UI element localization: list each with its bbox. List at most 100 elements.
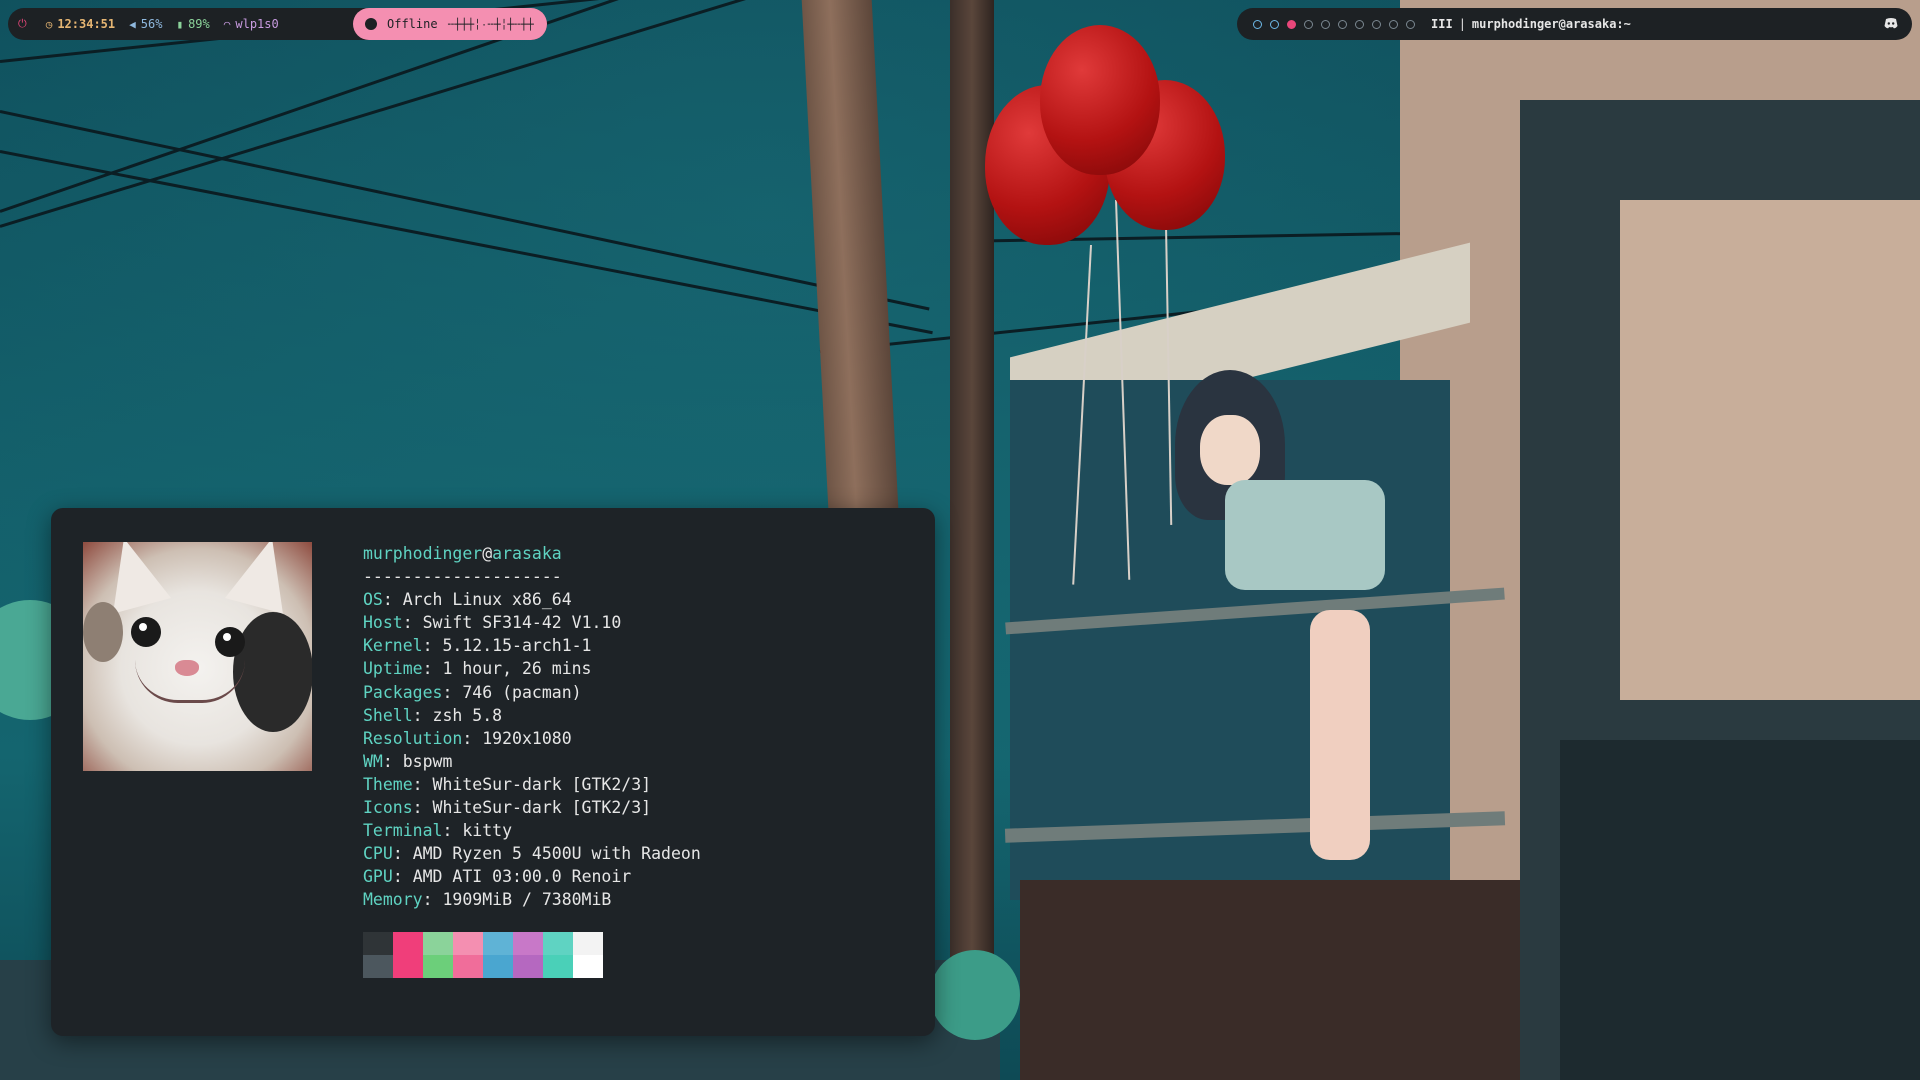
info-separator: : bbox=[392, 844, 413, 864]
power-icon[interactable]: ⏻ bbox=[18, 17, 27, 31]
network-status-module[interactable]: Offline ╌┼┼┼╎٠╌┼╎┼╌┼┼ bbox=[353, 8, 547, 40]
red-balloon bbox=[1040, 25, 1160, 175]
workspace-1-indicator[interactable] bbox=[1253, 19, 1262, 29]
info-separator: : bbox=[462, 728, 483, 748]
wifi-module[interactable]: ◠ wlp1s0 bbox=[224, 17, 279, 31]
cat-patch bbox=[83, 602, 123, 662]
terminal-window[interactable]: murphodinger@arasaka -------------------… bbox=[51, 508, 935, 1036]
battery-level: 89% bbox=[188, 17, 210, 31]
info-separator: : bbox=[412, 705, 433, 725]
wifi-icon: ◠ bbox=[223, 17, 231, 31]
info-separator: : bbox=[392, 867, 413, 887]
clock-icon: ◷ bbox=[45, 17, 53, 31]
info-key: Theme bbox=[363, 774, 413, 794]
clock-module[interactable]: ◷ 12:34:51 bbox=[46, 17, 115, 31]
info-separator: : bbox=[442, 682, 463, 702]
info-separator: : bbox=[422, 659, 443, 679]
cat-patch bbox=[233, 612, 312, 732]
info-value: Swift SF314-42 V1.10 bbox=[422, 613, 622, 633]
color-swatch bbox=[543, 932, 573, 955]
discord-icon[interactable] bbox=[1884, 17, 1898, 30]
info-key: Shell bbox=[363, 705, 413, 725]
color-swatch bbox=[393, 955, 423, 978]
tree bbox=[930, 950, 1020, 1040]
color-swatch bbox=[513, 932, 543, 955]
info-value: Arch Linux x86_64 bbox=[402, 590, 572, 610]
battery-module: ▮ 89% bbox=[176, 17, 209, 31]
volume-module[interactable]: ◀ 56% bbox=[129, 17, 162, 31]
color-swatch bbox=[453, 955, 483, 978]
cat-mouth bbox=[135, 660, 245, 703]
info-key: Host bbox=[363, 613, 403, 633]
color-swatch bbox=[483, 955, 513, 978]
workspace-list bbox=[1253, 19, 1423, 29]
focused-window-title: murphodinger@arasaka:~ bbox=[1471, 17, 1631, 31]
info-key: Memory bbox=[363, 890, 423, 910]
info-value: zsh 5.8 bbox=[432, 705, 503, 725]
character-legs bbox=[1310, 610, 1370, 860]
info-key: Terminal bbox=[363, 821, 443, 841]
info-separator: : bbox=[422, 636, 443, 656]
info-value: WhiteSur-dark [GTK2/3] bbox=[432, 798, 652, 818]
status-bar-left: ⏻ ◷ 12:34:51 ◀ 56% ▮ 89% ◠ wlp1s0 Offlin… bbox=[8, 8, 547, 40]
workspace-2-indicator[interactable] bbox=[1270, 19, 1279, 29]
info-value: kitty bbox=[462, 821, 513, 841]
color-swatch bbox=[393, 932, 423, 955]
info-separator: : bbox=[382, 590, 403, 610]
cat-eye bbox=[215, 627, 245, 657]
character-face bbox=[1200, 415, 1260, 485]
layout-indicator[interactable]: III bbox=[1431, 17, 1453, 31]
workspace-8-indicator[interactable] bbox=[1372, 19, 1381, 29]
info-value: 1909MiB / 7380MiB bbox=[442, 890, 612, 910]
info-separator: : bbox=[382, 751, 403, 771]
workspace-9-indicator[interactable] bbox=[1389, 19, 1398, 29]
status-bar-right: III | murphodinger@arasaka:~ bbox=[1237, 8, 1912, 40]
cat-eye bbox=[131, 617, 161, 647]
workspace-3-indicator[interactable] bbox=[1287, 19, 1296, 29]
cat-ear bbox=[224, 542, 302, 614]
battery-icon: ▮ bbox=[176, 17, 184, 31]
info-key: WM bbox=[363, 751, 383, 771]
color-swatch bbox=[573, 932, 603, 955]
clock-time: 12:34:51 bbox=[57, 17, 116, 31]
color-swatch bbox=[513, 955, 543, 978]
info-separator: : bbox=[442, 821, 463, 841]
info-value: AMD Ryzen 5 4500U with Radeon bbox=[412, 844, 701, 864]
info-value: bspwm bbox=[402, 751, 453, 771]
info-key: Icons bbox=[363, 798, 413, 818]
info-separator: : bbox=[402, 613, 423, 633]
info-value: 746 (pacman) bbox=[462, 682, 582, 702]
info-key: Uptime bbox=[363, 659, 423, 679]
neofetch-avatar-image bbox=[83, 542, 312, 771]
info-key: GPU bbox=[363, 867, 393, 887]
color-swatch bbox=[423, 955, 453, 978]
workspace-5-indicator[interactable] bbox=[1321, 19, 1330, 29]
info-key: Resolution bbox=[363, 728, 463, 748]
workspace-4-indicator[interactable] bbox=[1304, 19, 1313, 29]
color-swatch bbox=[453, 932, 483, 955]
workspace-10-indicator[interactable] bbox=[1406, 19, 1415, 29]
info-key: Kernel bbox=[363, 636, 423, 656]
title-separator: | bbox=[1458, 17, 1466, 31]
color-swatch bbox=[573, 955, 603, 978]
workspace-6-indicator[interactable] bbox=[1338, 19, 1347, 29]
info-separator: : bbox=[412, 798, 433, 818]
color-swatch bbox=[423, 932, 453, 955]
info-key: CPU bbox=[363, 844, 393, 864]
workspace-7-indicator[interactable] bbox=[1355, 19, 1364, 29]
power-module[interactable]: ⏻ bbox=[18, 17, 32, 31]
color-swatch bbox=[483, 932, 513, 955]
user-name: murphodinger bbox=[363, 544, 483, 563]
volume-icon: ◀ bbox=[129, 17, 136, 31]
info-value: 5.12.15-arch1-1 bbox=[442, 636, 592, 656]
info-separator: : bbox=[412, 774, 433, 794]
wifi-interface: wlp1s0 bbox=[235, 17, 279, 31]
info-value: AMD ATI 03:00.0 Renoir bbox=[412, 867, 632, 887]
balcony-floor bbox=[1020, 880, 1520, 1080]
volume-level: 56% bbox=[140, 17, 163, 31]
info-value: 1 hour, 26 mins bbox=[442, 659, 592, 679]
network-status: Offline bbox=[387, 17, 438, 31]
info-separator: : bbox=[422, 890, 443, 910]
info-value: WhiteSur-dark [GTK2/3] bbox=[432, 774, 652, 794]
info-key: Packages bbox=[363, 682, 443, 702]
